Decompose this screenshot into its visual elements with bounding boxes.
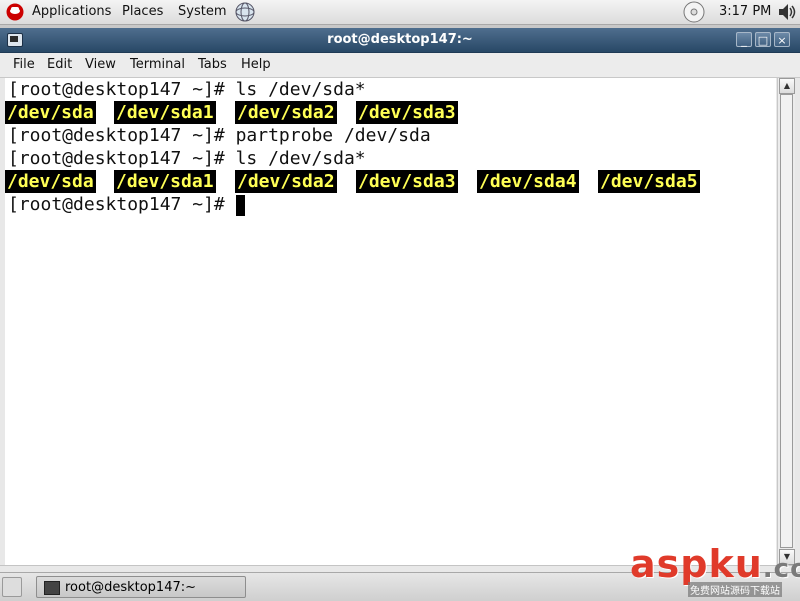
terminal-command: partprobe /dev/sda (224, 125, 431, 146)
device-entry: /dev/sda2 (235, 170, 337, 193)
cd-drive-icon[interactable] (679, 1, 709, 23)
maximize-button[interactable]: □ (755, 32, 771, 47)
scroll-up-icon[interactable]: ▲ (779, 78, 795, 94)
device-entry: /dev/sda1 (114, 170, 216, 193)
redhat-logo-icon[interactable] (6, 3, 24, 21)
menu-view[interactable]: View (85, 53, 116, 77)
applications-menu[interactable]: Applications (32, 0, 111, 24)
device-entry: /dev/sda2 (235, 101, 337, 124)
watermark-subtitle: 免费网站源码下载站 (688, 582, 782, 597)
system-menu[interactable]: System (178, 0, 226, 24)
taskbar-item-label: root@desktop147:~ (65, 580, 197, 595)
scroll-thumb[interactable] (780, 94, 793, 548)
clock[interactable]: 3:17 PM (719, 0, 771, 24)
menu-tabs[interactable]: Tabs (198, 53, 227, 77)
places-menu[interactable]: Places (122, 0, 163, 24)
terminal-command-line: [root@desktop147 ~]# ls /dev/sda* (8, 78, 366, 101)
terminal-command-line: [root@desktop147 ~]# (8, 193, 245, 216)
watermark-logo-text: aspku.com (630, 542, 800, 586)
volume-icon[interactable] (776, 1, 798, 23)
top-panel: Applications Places System 3:17 PM (0, 0, 800, 25)
watermark: aspku.com 免费网站源码下载站 (630, 542, 800, 600)
device-entry: /dev/sda5 (598, 170, 700, 193)
terminal-cursor (236, 195, 245, 216)
terminal-command: ls /dev/sda* (224, 79, 366, 100)
device-entry: /dev/sda4 (477, 170, 579, 193)
device-entry: /dev/sda3 (356, 101, 458, 124)
minimize-button[interactable]: _ (736, 32, 752, 47)
terminal-prompt: [root@desktop147 ~]# (8, 148, 225, 169)
menu-terminal[interactable]: Terminal (130, 53, 185, 77)
window-titlebar[interactable]: root@desktop147:~ _ □ × (0, 28, 800, 53)
terminal-prompt: [root@desktop147 ~]# (8, 79, 225, 100)
terminal-command (225, 194, 236, 215)
menu-file[interactable]: File (13, 53, 35, 77)
terminal-command: ls /dev/sda* (224, 148, 366, 169)
show-desktop-icon[interactable] (2, 577, 22, 597)
terminal-output[interactable]: [root@desktop147 ~]# ls /dev/sda*/dev/sd… (5, 78, 776, 565)
device-entry: /dev/sda (5, 170, 96, 193)
device-entry: /dev/sda3 (356, 170, 458, 193)
scrollbar[interactable]: ▲ ▼ (777, 78, 795, 565)
taskbar-item-terminal[interactable]: root@desktop147:~ (36, 576, 246, 598)
terminal-window: root@desktop147:~ _ □ × File Edit View T… (0, 28, 800, 573)
menu-edit[interactable]: Edit (47, 53, 72, 77)
terminal-prompt: [root@desktop147 ~]# (8, 125, 225, 146)
device-entry: /dev/sda (5, 101, 96, 124)
terminal-command-line: [root@desktop147 ~]# ls /dev/sda* (8, 147, 366, 170)
terminal-command-line: [root@desktop147 ~]# partprobe /dev/sda (8, 124, 431, 147)
terminal-icon (44, 581, 60, 595)
close-button[interactable]: × (774, 32, 790, 47)
device-entry: /dev/sda1 (114, 101, 216, 124)
menu-help[interactable]: Help (241, 53, 271, 77)
menubar: File Edit View Terminal Tabs Help (0, 53, 800, 78)
network-globe-icon[interactable] (234, 1, 256, 23)
window-title: root@desktop147:~ (327, 32, 473, 47)
terminal-prompt: [root@desktop147 ~]# (8, 194, 225, 215)
